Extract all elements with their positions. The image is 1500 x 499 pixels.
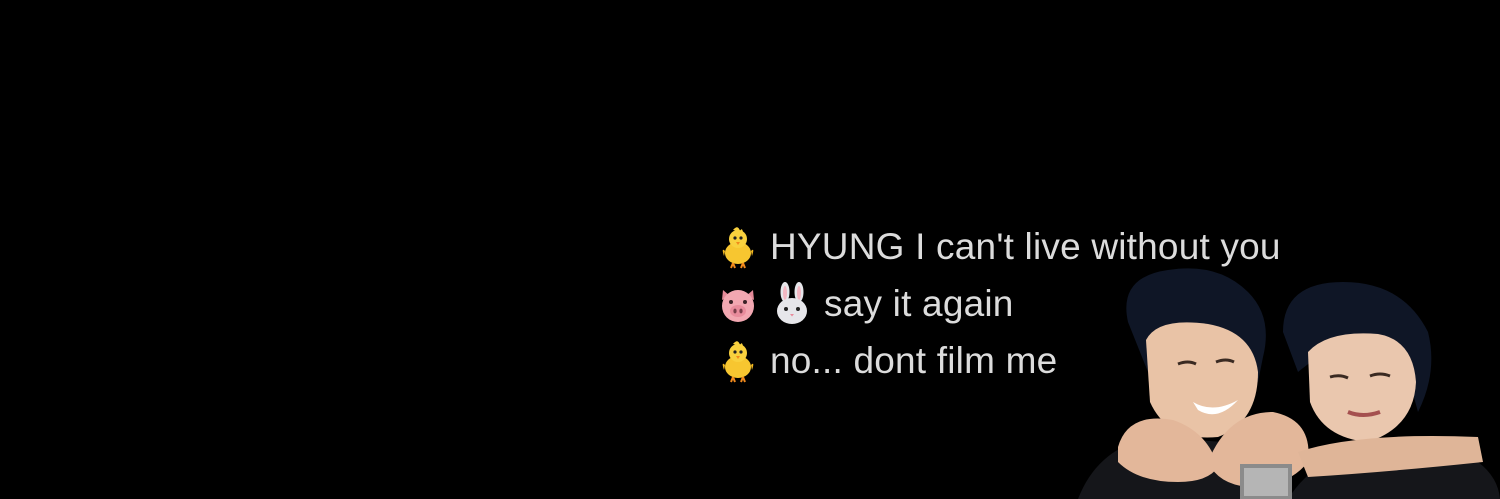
two-people-heart-hands-photo: [1078, 268, 1500, 499]
header-banner: HYUNG I can't live without you say it ag…: [0, 0, 1500, 499]
baby-chick-icon: [722, 226, 754, 268]
quote-text: say it again: [824, 282, 1014, 324]
pig-face-icon: [722, 289, 754, 322]
rabbit-face-icon: [777, 281, 807, 324]
quote-text: no... dont film me: [770, 339, 1058, 381]
baby-chick-icon: [722, 340, 754, 382]
